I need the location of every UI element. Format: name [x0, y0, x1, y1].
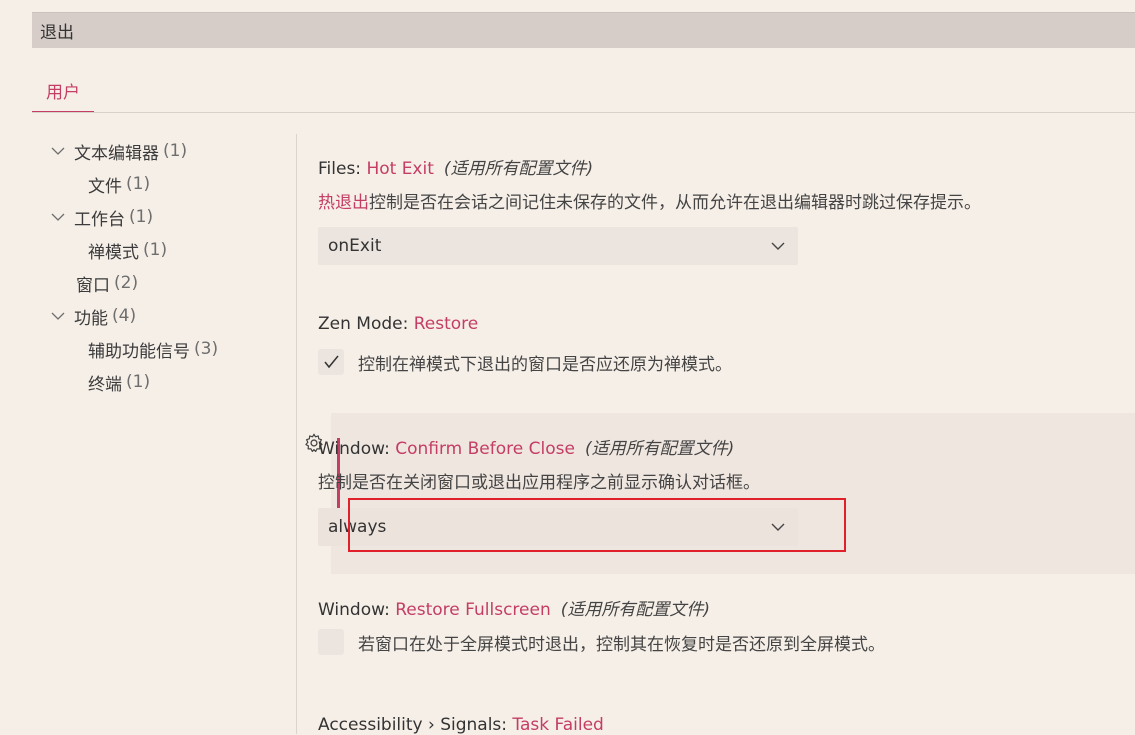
toc-count: (1) [126, 372, 151, 392]
setting-category: Files: [318, 159, 367, 179]
setting-scope: (适用所有配置文件) [560, 600, 710, 620]
setting-category: Window: [318, 600, 396, 620]
settings-search-input[interactable]: 退出 [32, 12, 1135, 48]
toc-label: 窗口 [76, 275, 110, 296]
settings-toc: 文本编辑器 (1) 文件 (1) 工作台 (1) 禅模式 (1) 窗口 (2) 功能 (4)… [32, 134, 297, 734]
hot-exit-link[interactable]: 热退出 [318, 193, 369, 213]
chevron-down-icon [51, 213, 65, 221]
toc-item-workbench[interactable]: 工作台 (1) [50, 202, 153, 232]
toc-label: 文件 [88, 176, 122, 197]
toc-count: (4) [112, 306, 137, 326]
chevron-down-icon [51, 312, 65, 320]
chevron-down-icon [51, 147, 65, 155]
highlight-box [348, 498, 846, 552]
toc-label: 终端 [88, 374, 122, 395]
hot-exit-select[interactable]: onExit [318, 227, 798, 265]
setting-title-hot-exit: Files: Hot Exit (适用所有配置文件) [318, 154, 593, 179]
setting-key: Restore Fullscreen [395, 600, 551, 620]
setting-desc-confirm-close: 控制是否在关闭窗口或退出应用程序之前显示确认对话框。 [318, 473, 760, 493]
setting-desc-text: 控制是否在会话之间记住未保存的文件，从而允许在退出编辑器时跳过保存提示。 [369, 193, 981, 213]
setting-title-restore-fullscreen: Window: Restore Fullscreen (适用所有配置文件) [318, 595, 710, 620]
settings-list: Files: Hot Exit (适用所有配置文件) 热退出控制是否在会话之间记住… [297, 134, 1135, 735]
setting-title-zen-restore: Zen Mode: Restore [318, 314, 478, 334]
select-value: onExit [328, 236, 382, 256]
setting-desc-hot-exit: 热退出控制是否在会话之间记住未保存的文件，从而允许在退出编辑器时跳过保存提示。 [318, 188, 981, 213]
toc-label: 辅助功能信号 [88, 341, 190, 362]
setting-scope: (适用所有配置文件) [584, 439, 735, 459]
toc-item-features[interactable]: 功能 (4) [50, 301, 136, 331]
toc-count: (3) [194, 339, 219, 359]
zen-restore-checkbox[interactable] [318, 349, 344, 375]
toc-label: 功能 [74, 308, 108, 329]
toc-label: 文本编辑器 [74, 143, 159, 164]
toc-item-accessibility-signals[interactable]: 辅助功能信号 (3) [88, 334, 218, 364]
toc-item-files[interactable]: 文件 (1) [88, 169, 150, 199]
restore-fullscreen-checkbox[interactable] [318, 629, 344, 655]
chevron-down-icon [771, 242, 785, 250]
setting-key: Confirm Before Close [395, 439, 575, 459]
setting-key: Task Failed [512, 715, 604, 735]
toc-label: 禅模式 [88, 242, 139, 263]
settings-tab-bar: 用户 [32, 70, 1135, 113]
restore-fullscreen-label: 若窗口在处于全屏模式时退出，控制其在恢复时是否还原到全屏模式。 [358, 635, 885, 655]
setting-scope: (适用所有配置文件) [443, 159, 594, 179]
setting-title-confirm-close: Window: Confirm Before Close (适用所有配置文件) [318, 434, 734, 459]
tab-user[interactable]: 用户 [32, 70, 94, 112]
setting-key: Hot Exit [366, 159, 434, 179]
setting-category: Zen Mode: [318, 314, 414, 334]
toc-count: (1) [163, 141, 188, 161]
search-value: 退出 [40, 23, 74, 43]
toc-item-zen-mode[interactable]: 禅模式 (1) [88, 235, 167, 265]
zen-restore-label: 控制在禅模式下退出的窗口是否应还原为禅模式。 [358, 355, 732, 375]
toc-count: (1) [126, 174, 151, 194]
setting-category: Window: [318, 439, 396, 459]
toc-count: (1) [129, 207, 154, 227]
setting-key: Restore [413, 314, 479, 334]
check-icon [324, 355, 339, 369]
setting-title-task-failed: Accessibility › Signals: Task Failed [318, 715, 604, 735]
toc-item-window[interactable]: 窗口 (2) [76, 268, 138, 298]
toc-item-text-editor[interactable]: 文本编辑器 (1) [50, 136, 187, 166]
toc-count: (1) [143, 240, 168, 260]
setting-category: Accessibility › Signals: [318, 715, 513, 735]
toc-label: 工作台 [74, 209, 125, 230]
toc-count: (2) [114, 273, 139, 293]
toc-item-terminal[interactable]: 终端 (1) [88, 367, 150, 397]
